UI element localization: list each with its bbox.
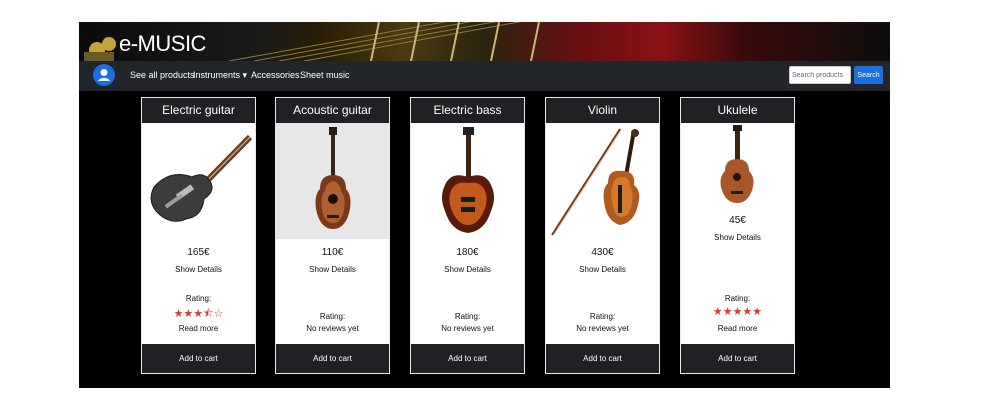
- show-details-link[interactable]: Show Details: [546, 265, 659, 274]
- rating-label: Rating:: [454, 312, 481, 321]
- product-card-electric-guitar: Electric guitar 165€ Show Details Rating…: [141, 97, 256, 374]
- read-more-link[interactable]: Read more: [681, 324, 794, 333]
- site-logo[interactable]: e-MUSIC: [119, 31, 206, 57]
- nav-accessories[interactable]: Accessories: [251, 70, 300, 80]
- product-card-violin: Violin 430€ Show Details Rating: No revi…: [545, 97, 660, 374]
- rating-label: Rating:: [724, 294, 751, 303]
- rating-stars: ★★★★★: [712, 306, 763, 318]
- product-price: 110€: [321, 247, 344, 258]
- no-reviews-text: No reviews yet: [306, 324, 359, 333]
- user-icon: [97, 69, 111, 81]
- product-title[interactable]: Acoustic guitar: [276, 98, 389, 123]
- electric-guitar-icon[interactable]: [142, 129, 255, 229]
- product-title[interactable]: Electric bass: [411, 98, 524, 123]
- show-details-link[interactable]: Show Details: [276, 265, 389, 274]
- product-card-acoustic-guitar: Acoustic guitar 110€ Show Details Rating…: [275, 97, 390, 374]
- product-title[interactable]: Violin: [546, 98, 659, 123]
- search-button[interactable]: Search: [854, 66, 883, 84]
- product-price: 180€: [456, 247, 479, 258]
- read-more-link[interactable]: Read more: [142, 324, 255, 333]
- rating-stars: ★★★⯪☆: [173, 308, 224, 320]
- product-title[interactable]: Ukulele: [681, 98, 794, 123]
- product-title[interactable]: Electric guitar: [142, 98, 255, 123]
- product-price: 45€: [729, 215, 746, 226]
- user-avatar[interactable]: [93, 64, 115, 86]
- show-details-link[interactable]: Show Details: [142, 265, 255, 274]
- bass-guitar-icon[interactable]: [411, 127, 524, 237]
- acoustic-guitar-icon[interactable]: [276, 123, 389, 239]
- navbar: See all products Instruments ▾ Accessori…: [79, 61, 890, 91]
- product-price: 165€: [187, 247, 210, 258]
- show-details-link[interactable]: Show Details: [681, 233, 794, 242]
- show-details-link[interactable]: Show Details: [411, 265, 524, 274]
- rating-label: Rating:: [589, 312, 616, 321]
- add-to-cart-button[interactable]: Add to cart: [681, 344, 794, 373]
- site-frame: e-MUSIC See all products Instruments ▾ A…: [79, 22, 890, 388]
- violin-icon[interactable]: [546, 127, 659, 237]
- add-to-cart-button[interactable]: Add to cart: [276, 344, 389, 373]
- product-card-ukulele: Ukulele 45€ Show Details Rating: ★★★★★ R…: [680, 97, 795, 374]
- nav-sheet-music[interactable]: Sheet music: [300, 70, 350, 80]
- no-reviews-text: No reviews yet: [576, 324, 629, 333]
- product-card-electric-bass: Electric bass 180€ Show Details Rating: …: [410, 97, 525, 374]
- ukulele-icon[interactable]: [681, 125, 794, 207]
- product-price: 430€: [591, 247, 614, 258]
- nav-see-all-products[interactable]: See all products: [130, 70, 195, 80]
- rating-label: Rating:: [319, 312, 346, 321]
- add-to-cart-button[interactable]: Add to cart: [546, 344, 659, 373]
- no-reviews-text: No reviews yet: [441, 324, 494, 333]
- rating-label: Rating:: [185, 294, 212, 303]
- add-to-cart-button[interactable]: Add to cart: [411, 344, 524, 373]
- add-to-cart-button[interactable]: Add to cart: [142, 344, 255, 373]
- header-banner: e-MUSIC: [79, 22, 890, 61]
- search-input[interactable]: [789, 66, 851, 84]
- nav-instruments-dropdown[interactable]: Instruments ▾: [193, 70, 247, 81]
